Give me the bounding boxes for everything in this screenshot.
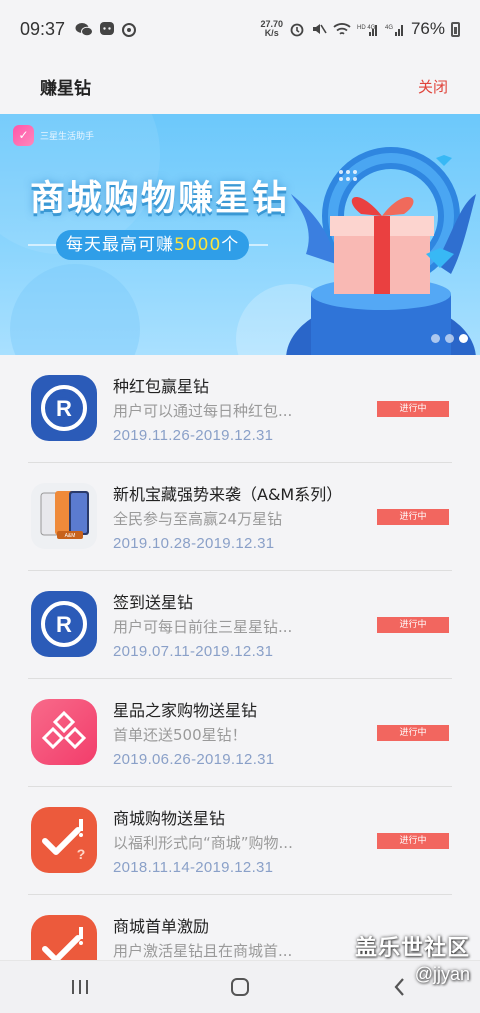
banner-dot-active[interactable] — [459, 334, 468, 343]
activity-desc: 用户可每日前往三星星钻... — [113, 618, 293, 636]
status-badge: 进行中 — [377, 833, 449, 849]
assistant-logo: ✓ 三星生活助手 — [13, 125, 94, 146]
activity-desc: 全民参与至高赢24万星钻 — [113, 510, 283, 528]
status-badge: 进行中 — [377, 725, 449, 741]
list-item[interactable]: A&M 新机宝藏强势来袭（A&M系列） 全民参与至高赢24万星钻 2019.10… — [28, 463, 452, 571]
community-watermark: 盖乐世社区 @jjyan — [354, 936, 470, 984]
svg-text:A&M: A&M — [65, 533, 76, 539]
list-item[interactable]: ? 商城购物送星钻 以福利形式向“商城”购物... 2018.11.14-201… — [28, 787, 452, 895]
list-item[interactable]: R 签到送星钻 用户可每日前往三星星钻... 2019.07.11-2019.1… — [28, 571, 452, 679]
activity-title: 商城首单激励 — [113, 917, 210, 936]
home-button[interactable] — [210, 967, 270, 1007]
activity-date: 2019.06.26-2019.12.31 — [113, 751, 275, 768]
battery-icon — [451, 21, 460, 37]
activity-desc: 用户激活星钻且在商城首... — [113, 942, 293, 960]
activity-date: 2018.11.14-2019.12.31 — [113, 859, 274, 876]
activity-date: 2019.11.26-2019.12.31 — [113, 427, 274, 444]
banner-dot[interactable] — [445, 334, 454, 343]
recent-apps-button[interactable] — [50, 967, 110, 1007]
svg-text:?: ? — [77, 846, 86, 862]
samsung-rewards-icon: R — [31, 375, 97, 441]
status-notification-icons — [75, 21, 137, 37]
activity-desc: 用户可以通过每日种红包... — [113, 402, 293, 420]
status-bar: 09:37 27.70 K/s HD 4G 4G 76% — [0, 0, 480, 58]
samsung-rewards-icon: R — [31, 591, 97, 657]
banner-pagination[interactable] — [431, 334, 468, 343]
status-system-icons: 27.70 K/s HD 4G 4G 76% — [260, 19, 460, 39]
banner-headline: 商城购物赚星钻 — [30, 179, 290, 219]
decor-circle — [10, 264, 140, 355]
checkmark-alert-icon: ? — [31, 807, 97, 873]
status-badge: 进行中 — [377, 509, 449, 525]
svg-text:R: R — [56, 612, 72, 637]
assistant-logo-icon: ✓ — [13, 125, 34, 146]
list-item[interactable]: R 种红包赢星钻 用户可以通过每日种红包... 2019.11.26-2019.… — [28, 355, 452, 463]
page-title: 赚星钻 — [40, 78, 91, 99]
status-time: 09:37 — [20, 18, 66, 39]
signal-1-icon: HD 4G — [357, 24, 377, 36]
page-header: 赚星钻 关闭 — [0, 58, 480, 114]
activity-date: 2019.07.11-2019.12.31 — [113, 643, 274, 660]
activity-date: 2019.10.28-2019.12.31 — [113, 535, 275, 552]
banner-dot[interactable] — [431, 334, 440, 343]
activity-list: R 种红包赢星钻 用户可以通过每日种红包... 2019.11.26-2019.… — [0, 355, 480, 1003]
chat-bubble-icon — [100, 22, 115, 35]
activity-desc: 以福利形式向“商城”购物... — [113, 834, 293, 852]
activity-title: 签到送星钻 — [113, 593, 194, 612]
phone-product-icon: A&M — [31, 483, 97, 549]
wechat-icon — [75, 22, 94, 36]
diamond-shapes-icon — [31, 699, 97, 765]
alarm-icon — [290, 23, 304, 37]
status-badge: 进行中 — [377, 617, 449, 633]
status-badge: 进行中 — [377, 401, 449, 417]
activity-desc: 首单还送500星钻！ — [113, 726, 247, 744]
activity-title: 种红包赢星钻 — [113, 377, 210, 396]
recent-apps-icon — [72, 980, 88, 994]
weibo-icon — [122, 23, 137, 37]
gift-box-illustration — [286, 147, 476, 355]
promo-banner[interactable]: ✓ 三星生活助手 商城购物赚星钻 每天最高可赚5000个 — [0, 114, 480, 355]
activity-title: 星品之家购物送星钻 — [113, 701, 258, 720]
svg-text:R: R — [56, 396, 72, 421]
banner-subtitle: 每天最高可赚5000个 — [56, 230, 250, 260]
list-item[interactable]: 星品之家购物送星钻 首单还送500星钻！ 2019.06.26-2019.12.… — [28, 679, 452, 787]
network-speed: 27.70 K/s — [260, 19, 283, 38]
battery-percent: 76% — [410, 19, 445, 38]
wifi-icon — [333, 22, 351, 35]
close-button[interactable]: 关闭 — [418, 76, 448, 97]
signal-2-icon: 4G — [385, 24, 403, 36]
activity-title: 新机宝藏强势来袭（A&M系列） — [113, 485, 343, 504]
banner-headline-wrap: 商城购物赚星钻 — [30, 170, 289, 221]
home-icon — [231, 978, 249, 996]
activity-title: 商城购物送星钻 — [113, 809, 226, 828]
svg-text:4G: 4G — [385, 25, 393, 31]
mute-icon — [312, 24, 327, 34]
